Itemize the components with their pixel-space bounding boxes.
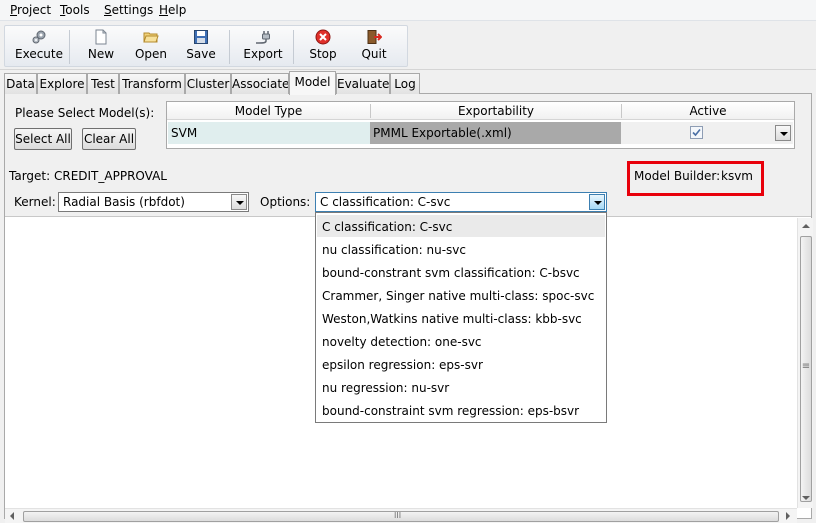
stop-button[interactable]: Stop [305, 26, 341, 68]
active-checkbox[interactable] [690, 126, 703, 139]
cell-model-type[interactable]: SVM [168, 122, 370, 144]
toolbar-group: Execute New Open Save Export Stop Quit [4, 25, 408, 67]
model-table: Model Type Exportability Active SVM PMML… [166, 101, 795, 149]
plug-icon [256, 31, 270, 44]
option-c-svc[interactable]: C classification: C-svc [317, 215, 605, 237]
target-label: Target: CREDIT_APPROVAL [9, 169, 167, 183]
option-eps-bsvr[interactable]: bound-constraint svm regression: eps-bsv… [317, 399, 605, 421]
option-kbb-svc[interactable]: Weston,Watkins native multi-class: kbb-s… [317, 307, 605, 329]
execute-button[interactable]: Execute [15, 26, 63, 68]
new-button[interactable]: New [83, 26, 119, 68]
model-builder-value: ksvm [721, 169, 753, 183]
tab-log[interactable]: Log [390, 73, 420, 94]
col-active[interactable]: Active [622, 104, 794, 118]
horizontal-grip-icon: III [394, 511, 402, 520]
tab-transform[interactable]: Transform [119, 73, 185, 94]
tab-associate[interactable]: Associate [231, 73, 289, 94]
kernel-select[interactable]: Radial Basis (rbfdot) [58, 192, 249, 212]
new-label: New [87, 47, 115, 61]
tab-data[interactable]: Data [4, 73, 37, 94]
new-document-icon [95, 29, 107, 45]
option-spoc-svc[interactable]: Crammer, Singer native multi-class: spoc… [317, 284, 605, 306]
menu-settings-label: ettings [111, 3, 154, 17]
exit-door-icon [367, 30, 382, 44]
scroll-down-arrow-icon[interactable] [802, 496, 810, 500]
option-one-svc[interactable]: novelty detection: one-svc [317, 330, 605, 352]
menu-tools-label: ools [65, 3, 90, 17]
tab-model[interactable]: Model [289, 71, 336, 95]
save-button[interactable]: Save [183, 26, 219, 68]
model-builder-label: Model Builder: [634, 169, 721, 183]
toolbar-separator [69, 30, 70, 64]
tab-evaluate[interactable]: Evaluate [336, 73, 390, 94]
tab-cluster[interactable]: Cluster [185, 73, 231, 94]
horizontal-scrollbar[interactable]: III [5, 508, 797, 523]
clear-all-button[interactable]: Clear All [82, 128, 136, 150]
select-models-label: Please Select Model(s): [15, 106, 155, 120]
toolbar-separator [293, 30, 294, 64]
vertical-scroll-thumb[interactable]: ≡ [800, 236, 812, 502]
toolbar: Execute New Open Save Export Stop Quit [0, 21, 816, 70]
menu-tools[interactable]: Tools [60, 3, 90, 17]
col-exportability[interactable]: Exportability [371, 104, 621, 118]
option-eps-svr[interactable]: epsilon regression: eps-svr [317, 353, 605, 375]
export-button[interactable]: Export [241, 26, 285, 68]
menu-bar: Project Tools Settings Help [0, 0, 816, 21]
cell-exportability[interactable]: PMML Exportable(.xml) [370, 122, 621, 144]
save-label: Save [186, 47, 216, 61]
stop-label: Stop [309, 47, 337, 61]
option-nu-svr[interactable]: nu regression: nu-svr [317, 376, 605, 398]
options-dropdown-arrow[interactable] [589, 194, 605, 210]
execute-label: Execute [15, 47, 63, 61]
tab-explore[interactable]: Explore [37, 73, 87, 94]
option-c-bsvc[interactable]: bound-constrant svm classification: C-bs… [317, 261, 605, 283]
options-select[interactable]: C classification: C-svc [315, 192, 607, 212]
gears-icon [32, 30, 46, 44]
options-label: Options: [260, 195, 311, 209]
horizontal-scroll-thumb[interactable]: III [23, 511, 779, 522]
open-label: Open [134, 47, 168, 61]
menu-settings[interactable]: Settings [104, 3, 153, 17]
toolbar-separator [229, 30, 230, 64]
menu-help-label: elp [168, 3, 187, 17]
kernel-dropdown-arrow[interactable] [231, 194, 247, 210]
open-button[interactable]: Open [131, 26, 171, 68]
menu-project-mnemonic: P [10, 3, 18, 17]
col-model-type[interactable]: Model Type [167, 104, 370, 118]
menu-project-label: roject [17, 3, 52, 17]
vertical-grip-icon: ≡ [801, 361, 811, 372]
select-all-button[interactable]: Select All [14, 128, 72, 150]
stop-icon [315, 29, 331, 45]
tab-test[interactable]: Test [87, 73, 119, 94]
quit-button[interactable]: Quit [355, 26, 393, 68]
menu-settings-mnemonic: S [104, 3, 112, 17]
menu-project[interactable]: Project [10, 3, 51, 17]
options-select-value: C classification: C-svc [320, 195, 451, 209]
options-dropdown-list: C classification: C-svc nu classificatio… [315, 212, 607, 423]
folder-icon [143, 32, 159, 43]
menu-help-mnemonic: H [159, 3, 169, 17]
option-nu-svc[interactable]: nu classification: nu-svc [317, 238, 605, 260]
floppy-disk-icon [194, 30, 208, 44]
cell-active[interactable] [621, 122, 793, 144]
scroll-up-arrow-icon[interactable] [802, 224, 810, 228]
model-table-header: Model Type Exportability Active [167, 102, 794, 120]
scroll-left-arrow-icon[interactable] [10, 512, 14, 520]
active-dropdown-arrow[interactable] [775, 125, 791, 141]
vertical-scrollbar[interactable]: ≡ [797, 218, 813, 508]
quit-label: Quit [361, 47, 387, 61]
export-label: Export [243, 47, 283, 61]
kernel-select-value: Radial Basis (rbfdot) [63, 195, 185, 209]
kernel-label: Kernel: [14, 195, 56, 209]
scroll-right-arrow-icon[interactable] [786, 512, 790, 520]
menu-help[interactable]: Help [159, 3, 186, 17]
